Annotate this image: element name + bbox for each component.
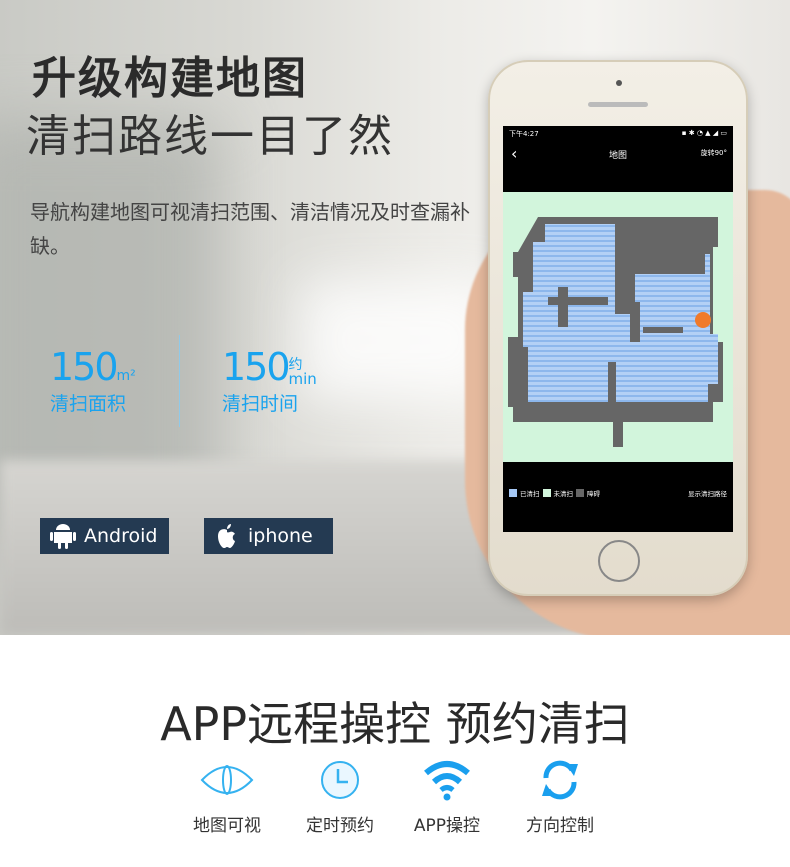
- feature-schedule: 定时预约: [285, 755, 395, 836]
- section-title: APP远程操控 预约清扫: [160, 697, 630, 751]
- rotate-button[interactable]: 旋转90°: [701, 148, 727, 158]
- feature-map: 地图可视: [172, 755, 282, 836]
- phone-mockup: 下午4:27 ▪ ✱ ◔ ▲ ◢ ▭ ‹ 地图 旋转90° 已清扫 未清扫 障碍…: [488, 60, 748, 596]
- cleaning-map: [503, 192, 733, 462]
- show-path-button[interactable]: 显示清扫路径: [688, 488, 727, 498]
- screen-title: 地图: [608, 151, 627, 161]
- subheadline: 清扫路线一目了然: [26, 111, 394, 162]
- stat-time: 150 约 min 清扫时间: [222, 345, 317, 415]
- iphone-badge[interactable]: iphone: [204, 518, 333, 554]
- hero-banner: 升级构建地图 清扫路线一目了然 导航构建地图可视清扫范围、清洁情况及时查漏补缺。…: [0, 0, 790, 635]
- android-badge[interactable]: Android: [40, 518, 169, 554]
- map-legend: 已清扫 未清扫 障碍 显示清扫路径: [509, 488, 727, 498]
- feature-direction: 方向控制: [505, 755, 615, 836]
- home-button: [598, 540, 640, 582]
- apple-icon: [218, 524, 235, 548]
- headline: 升级构建地图: [32, 53, 308, 104]
- wifi-icon: [424, 761, 470, 801]
- stat-area: 150m² 清扫面积: [50, 345, 136, 415]
- description: 导航构建地图可视清扫范围、清洁情况及时查漏补缺。: [30, 200, 470, 258]
- android-icon: [50, 524, 76, 549]
- clock-icon: [321, 761, 359, 799]
- phone-screen: 下午4:27 ▪ ✱ ◔ ▲ ◢ ▭ ‹ 地图 旋转90° 已清扫 未清扫 障碍…: [503, 126, 733, 532]
- refresh-icon: [542, 760, 578, 800]
- eye-icon: [200, 765, 254, 795]
- divider: [179, 335, 180, 427]
- feature-app: APP操控: [392, 755, 502, 836]
